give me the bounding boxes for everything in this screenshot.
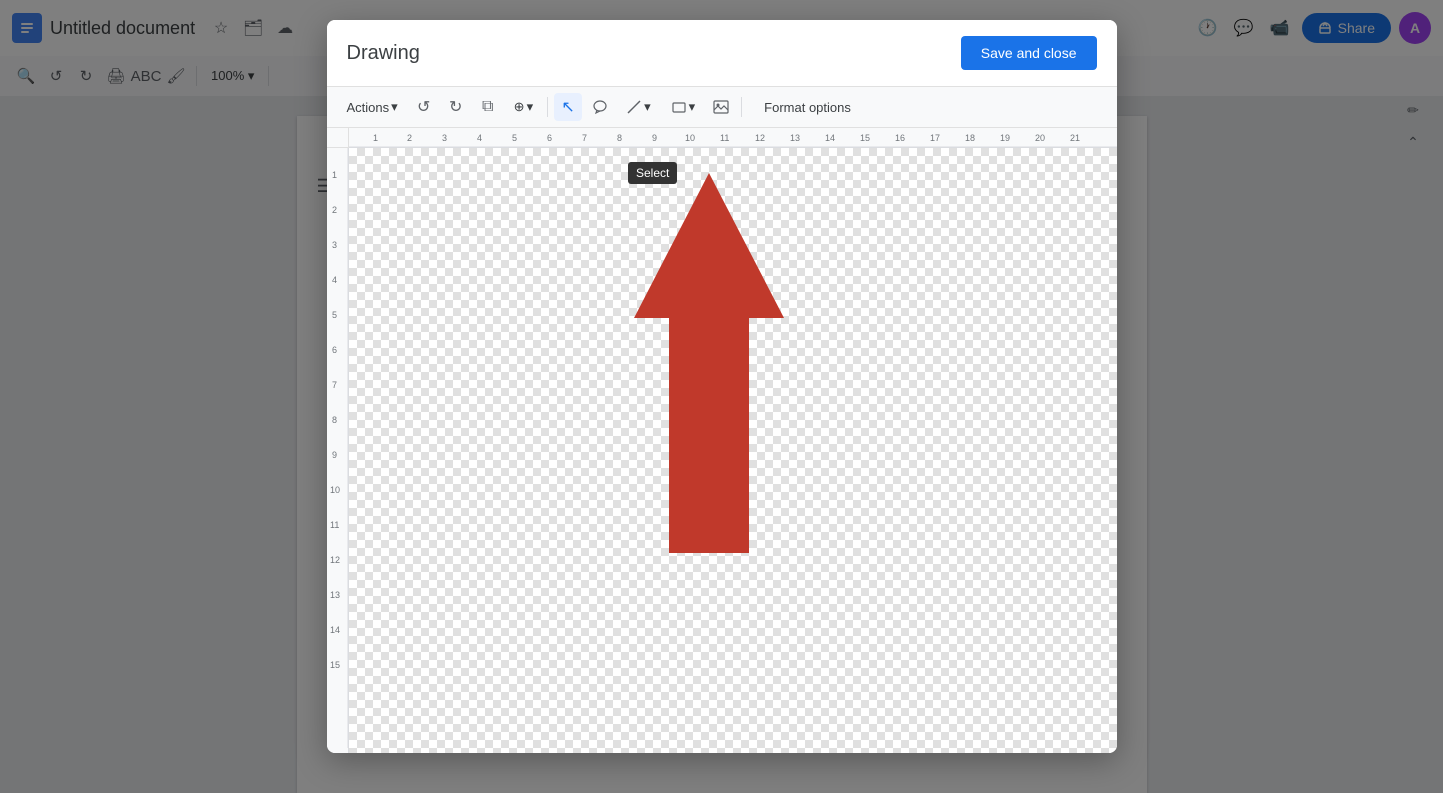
zoom-draw-button[interactable]: ⊕ ▾ [506, 95, 541, 119]
svg-text:9: 9 [652, 133, 657, 143]
svg-text:18: 18 [965, 133, 975, 143]
svg-text:21: 21 [1070, 133, 1080, 143]
canvas-container: 1 2 3 4 5 6 7 8 9 10 11 12 13 14 [327, 128, 1117, 753]
line-tool-button[interactable]: ▾ [618, 95, 659, 119]
horizontal-ruler: 1 2 3 4 5 6 7 8 9 10 11 12 13 14 [349, 128, 1117, 148]
svg-text:1: 1 [332, 170, 337, 180]
dialog-title: Drawing [347, 42, 420, 65]
svg-text:6: 6 [332, 345, 337, 355]
svg-text:9: 9 [332, 450, 337, 460]
redo-draw-button[interactable]: ↻ [442, 93, 470, 121]
svg-text:13: 13 [330, 590, 340, 600]
toolbar-sep1 [547, 97, 548, 117]
svg-text:2: 2 [332, 205, 337, 215]
undo-draw-button[interactable]: ↺ [410, 93, 438, 121]
svg-text:8: 8 [332, 415, 337, 425]
drawing-canvas[interactable] [349, 148, 1117, 753]
svg-text:11: 11 [330, 520, 339, 530]
arrow-drawing [609, 163, 809, 593]
zoom-draw-chevron: ▾ [527, 99, 534, 115]
svg-text:6: 6 [547, 133, 552, 143]
svg-text:17: 17 [930, 133, 940, 143]
svg-text:2: 2 [407, 133, 412, 143]
vertical-ruler: 1 2 3 4 5 6 7 8 9 10 11 12 13 14 [327, 148, 349, 753]
svg-text:15: 15 [860, 133, 870, 143]
svg-text:11: 11 [720, 133, 729, 143]
toolbar-sep2 [741, 97, 742, 117]
svg-text:10: 10 [330, 485, 340, 495]
actions-button[interactable]: Actions ▾ [339, 95, 406, 119]
line-chevron: ▾ [644, 99, 651, 115]
svg-text:7: 7 [582, 133, 587, 143]
svg-text:13: 13 [790, 133, 800, 143]
dialog-header: Drawing Save and close [327, 20, 1117, 86]
svg-text:14: 14 [330, 625, 340, 635]
svg-text:5: 5 [512, 133, 517, 143]
ruler-row: 1 2 3 4 5 6 7 8 9 10 11 12 13 14 [327, 128, 1117, 148]
speech-bubble-button[interactable] [586, 93, 614, 121]
svg-text:7: 7 [332, 380, 337, 390]
svg-text:8: 8 [617, 133, 622, 143]
shapes-tool-button[interactable]: ▾ [663, 95, 704, 119]
svg-text:16: 16 [895, 133, 905, 143]
svg-text:19: 19 [1000, 133, 1010, 143]
image-tool-button[interactable] [707, 93, 735, 121]
svg-text:4: 4 [477, 133, 482, 143]
actions-chevron-icon: ▾ [391, 99, 398, 115]
select-tool-button[interactable]: ↖ [554, 93, 582, 121]
svg-text:20: 20 [1035, 133, 1045, 143]
svg-text:14: 14 [825, 133, 835, 143]
svg-text:4: 4 [332, 275, 337, 285]
dialog-overlay: Drawing Save and close Actions ▾ ↺ ↻ ⧉ ⊕… [0, 0, 1443, 793]
svg-text:15: 15 [330, 660, 340, 670]
svg-text:12: 12 [755, 133, 765, 143]
svg-text:10: 10 [685, 133, 695, 143]
drawing-dialog: Drawing Save and close Actions ▾ ↺ ↻ ⧉ ⊕… [327, 20, 1117, 753]
save-and-close-button[interactable]: Save and close [961, 36, 1097, 70]
format-options-button[interactable]: Format options [756, 96, 859, 119]
svg-text:5: 5 [332, 310, 337, 320]
svg-text:1: 1 [373, 133, 378, 143]
ruler-corner [327, 128, 349, 148]
duplicate-button[interactable]: ⧉ [474, 93, 502, 121]
canvas-row: 1 2 3 4 5 6 7 8 9 10 11 12 13 14 [327, 148, 1117, 753]
shapes-chevron: ▾ [689, 99, 696, 115]
svg-text:3: 3 [332, 240, 337, 250]
svg-text:3: 3 [442, 133, 447, 143]
drawing-toolbar: Actions ▾ ↺ ↻ ⧉ ⊕ ▾ ↖ ▾ [327, 86, 1117, 128]
svg-text:12: 12 [330, 555, 340, 565]
